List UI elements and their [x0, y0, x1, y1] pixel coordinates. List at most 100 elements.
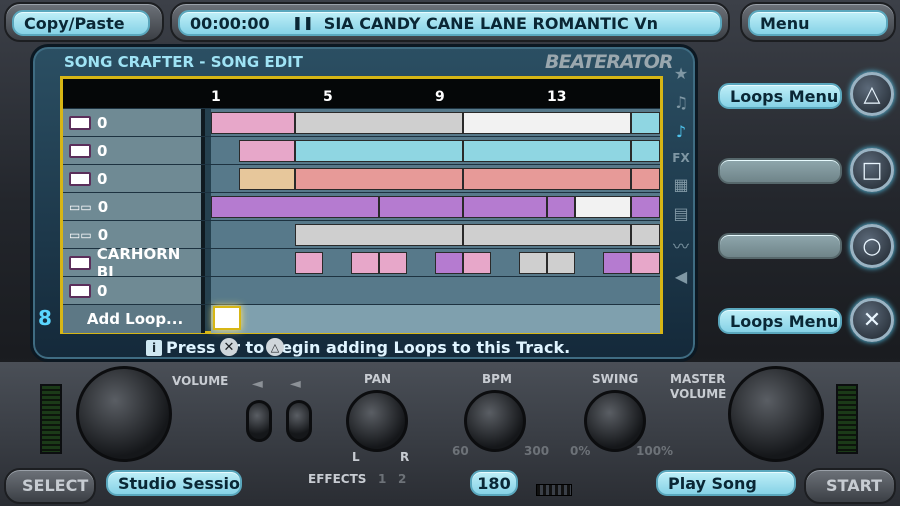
- master-volume-knob[interactable]: [728, 366, 824, 462]
- loop-block[interactable]: [631, 224, 660, 246]
- loop-block[interactable]: [239, 140, 295, 162]
- add-loop-label: Add Loop...: [86, 310, 184, 328]
- loop-block[interactable]: [631, 112, 660, 134]
- play-song-button[interactable]: Play Song: [656, 470, 796, 496]
- loop-block[interactable]: [211, 112, 295, 134]
- bpm-knob[interactable]: [464, 390, 526, 452]
- pan-r-label: R: [400, 450, 410, 464]
- loop-block[interactable]: [631, 168, 660, 190]
- keys-icon[interactable]: ▤: [673, 204, 688, 223]
- volume-knob[interactable]: [76, 366, 172, 462]
- pause-icon: ❚❚: [292, 15, 314, 31]
- triangle-button[interactable]: △: [850, 72, 894, 116]
- loop-block[interactable]: [295, 140, 463, 162]
- track-label[interactable]: 0: [63, 109, 205, 137]
- game-screen: Copy/Paste 00:00:00 ❚❚ SIA CANDY CANE LA…: [0, 0, 900, 506]
- loop-block[interactable]: [239, 168, 295, 190]
- notes-icon[interactable]: ♪: [676, 122, 686, 141]
- circle-button[interactable]: ○: [850, 224, 894, 268]
- loop-block[interactable]: [295, 224, 463, 246]
- cross-button[interactable]: ✕: [850, 298, 894, 342]
- loop-block[interactable]: [463, 224, 631, 246]
- bpm-value-label: 180: [477, 473, 511, 493]
- loop-block[interactable]: [295, 252, 323, 274]
- loop-block[interactable]: [463, 252, 491, 274]
- menu-button[interactable]: Menu: [748, 10, 888, 36]
- track-row[interactable]: 0: [63, 136, 660, 165]
- track-row[interactable]: 0: [63, 108, 660, 137]
- loops-menu-label: Loops Menu: [730, 86, 839, 106]
- loop-block[interactable]: [295, 168, 463, 190]
- studio-session-button[interactable]: Studio Session: [106, 470, 242, 496]
- loop-block[interactable]: [463, 112, 631, 134]
- fx-icon[interactable]: FX: [672, 151, 689, 165]
- select-button[interactable]: SELECT: [22, 476, 88, 495]
- loop-block[interactable]: [631, 140, 660, 162]
- loop-block[interactable]: [547, 196, 575, 218]
- track-label[interactable]: 0: [63, 165, 205, 193]
- loop-block[interactable]: [463, 196, 547, 218]
- loops-menu-bottom-button[interactable]: Loops Menu: [718, 308, 842, 334]
- add-loop-button[interactable]: Add Loop...: [63, 305, 205, 333]
- track-grid: 1 5 9 13 0 0 0 ▭▭ 0 ▭▭ 0 CARHORN BI 0 Ad…: [60, 76, 663, 334]
- timeline-ruler: 1 5 9 13: [63, 79, 660, 108]
- track-label[interactable]: CARHORN BI: [63, 245, 205, 281]
- copy-paste-button[interactable]: Copy/Paste: [12, 10, 150, 36]
- loops-menu-top-button[interactable]: Loops Menu: [718, 83, 842, 109]
- track-row[interactable]: ▭▭ 0: [63, 192, 660, 221]
- bpm-value: 180: [470, 470, 518, 496]
- loop-block[interactable]: [631, 196, 660, 218]
- track-lane[interactable]: [211, 137, 660, 165]
- speaker-icon[interactable]: ◀: [675, 267, 687, 286]
- loop-block[interactable]: [463, 140, 631, 162]
- triangle-icon: △: [863, 81, 881, 107]
- wave-icon[interactable]: 〰: [673, 233, 689, 257]
- track-lane[interactable]: [211, 193, 660, 221]
- pan-knob[interactable]: [346, 390, 408, 452]
- square-button[interactable]: □: [850, 148, 894, 192]
- loop-block[interactable]: [295, 112, 463, 134]
- keyboard-icon: [69, 256, 91, 270]
- side-slot-2[interactable]: [718, 233, 842, 259]
- loop-block[interactable]: [351, 252, 379, 274]
- track-label[interactable]: 0: [63, 137, 205, 165]
- loop-block[interactable]: [575, 196, 631, 218]
- loop-block[interactable]: [631, 252, 660, 274]
- track-row[interactable]: 0: [63, 276, 660, 305]
- effects-2-switch[interactable]: [286, 400, 312, 442]
- swing-knob[interactable]: [584, 390, 646, 452]
- headphones-icon[interactable]: ♫: [674, 93, 688, 112]
- track-lane[interactable]: [211, 277, 660, 305]
- loop-block[interactable]: [379, 252, 407, 274]
- track-lane[interactable]: [211, 221, 660, 249]
- pads-icon[interactable]: ▦: [673, 175, 688, 194]
- effects-1-label: 1: [378, 472, 387, 486]
- track-lane[interactable]: [211, 109, 660, 137]
- track-lane[interactable]: [211, 165, 660, 193]
- loop-block[interactable]: [519, 252, 547, 274]
- add-loop-row[interactable]: Add Loop...: [63, 304, 660, 333]
- track-row[interactable]: 0: [63, 164, 660, 193]
- loop-block[interactable]: [547, 252, 575, 274]
- track-row[interactable]: ▭▭ 0: [63, 220, 660, 249]
- track-label[interactable]: 0: [63, 277, 205, 305]
- track-row[interactable]: CARHORN BI: [63, 245, 660, 281]
- side-slot-1[interactable]: [718, 158, 842, 184]
- loop-block[interactable]: [603, 252, 631, 274]
- mode-icon-strip: ★ ♫ ♪ FX ▦ ▤ 〰 ◀: [668, 64, 694, 334]
- effects-1-switch[interactable]: [246, 400, 272, 442]
- loop-block[interactable]: [435, 252, 463, 274]
- star-icon[interactable]: ★: [674, 64, 688, 83]
- track-label[interactable]: ▭▭ 0: [63, 193, 205, 221]
- selection-cursor[interactable]: [213, 306, 241, 330]
- song-title: SIA CANDY CANE LANE ROMANTIC Vn: [323, 13, 659, 33]
- ruler-tick: 5: [323, 89, 333, 105]
- effects-label: EFFECTS: [308, 472, 367, 486]
- swing-max-label: 100%: [636, 444, 674, 458]
- start-button[interactable]: START: [826, 476, 882, 495]
- loop-block[interactable]: [463, 168, 631, 190]
- track-lane[interactable]: [211, 249, 660, 277]
- track-lane[interactable]: [211, 305, 660, 333]
- loop-block[interactable]: [211, 196, 379, 218]
- loop-block[interactable]: [379, 196, 463, 218]
